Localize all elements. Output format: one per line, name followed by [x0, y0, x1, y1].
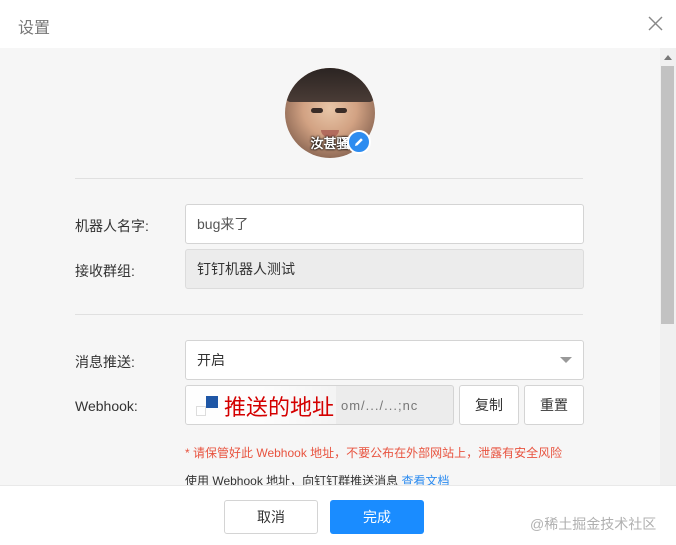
dialog-title: 设置	[18, 20, 51, 37]
robot-name-input[interactable]: bug来了	[185, 204, 584, 244]
divider-middle	[75, 314, 583, 315]
copy-button[interactable]: 复制	[459, 385, 519, 425]
group-label: 接收群组:	[75, 263, 135, 279]
divider-top	[75, 178, 583, 179]
webhook-warning: * 请保管好此 Webhook 地址，不要公布在外部网站上，泄露有安全风险	[185, 446, 563, 460]
push-label: 消息推送:	[75, 354, 135, 370]
avatar-eye-left	[311, 108, 323, 113]
webhook-overlay-label: 推送的地址	[224, 395, 335, 420]
reset-button[interactable]: 重置	[524, 385, 584, 425]
redaction-mark-white	[196, 406, 206, 416]
caret-down-icon	[560, 357, 572, 363]
webhook-value: om/.../...;nc	[341, 398, 419, 413]
webhook-label: Webhook:	[75, 398, 138, 414]
view-docs-link[interactable]: 查看文档	[402, 474, 450, 485]
cancel-button[interactable]: 取消	[224, 500, 318, 534]
scrollbar-thumb[interactable]	[661, 66, 674, 324]
avatar-section: 汝甚骚	[285, 68, 377, 160]
webhook-hint: 使用 Webhook 地址，向钉钉群推送消息 查看文档	[185, 472, 450, 485]
pencil-icon	[355, 138, 363, 146]
webhook-hint-text: 使用 Webhook 地址，向钉钉群推送消息	[185, 474, 399, 485]
redaction-mark-blue	[206, 396, 218, 408]
dialog-body: 汝甚骚 机器人名字: bug来了 接收群组: 钉钉机器人测试 消息推送: 开启 …	[0, 48, 676, 485]
robot-name-label: 机器人名字:	[75, 218, 149, 234]
scroll-up-arrow-icon[interactable]	[664, 55, 672, 60]
push-select-value: 开启	[197, 352, 225, 368]
dialog-footer: 取消 完成 @稀土掘金技术社区	[0, 485, 676, 545]
edit-avatar-button[interactable]	[347, 130, 371, 154]
done-button[interactable]: 完成	[330, 500, 424, 534]
close-icon[interactable]	[646, 14, 666, 34]
avatar-hair	[285, 68, 375, 102]
dialog-header: 设置	[0, 0, 676, 48]
watermark: @稀土掘金技术社区	[530, 516, 657, 532]
webhook-field[interactable]: om/.../...;nc 推送的地址	[185, 385, 454, 425]
push-select[interactable]: 开启	[185, 340, 584, 380]
avatar-eye-right	[335, 108, 347, 113]
group-field: 钉钉机器人测试	[185, 249, 584, 289]
